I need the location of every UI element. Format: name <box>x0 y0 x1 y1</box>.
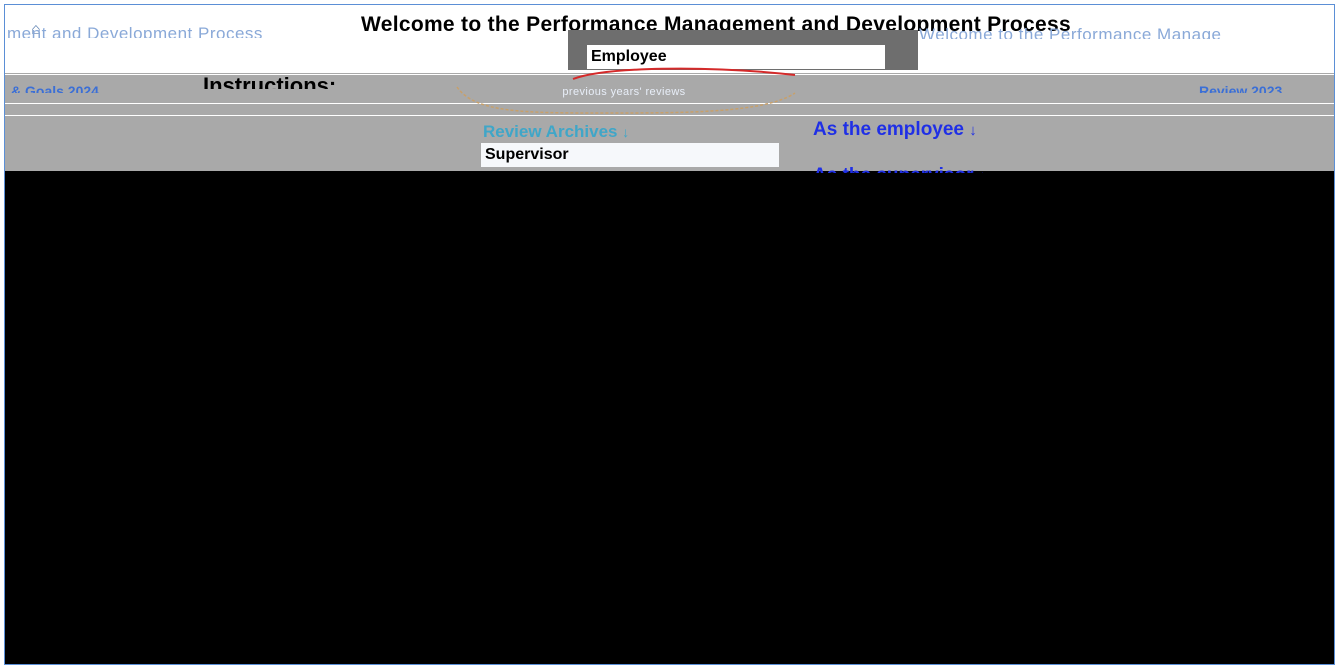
divider-line <box>5 115 1334 116</box>
down-arrow-icon: ↓ <box>622 124 630 140</box>
down-arrow-icon: ↓ <box>969 122 977 139</box>
goals-link[interactable]: & Goals 2024 <box>11 83 191 93</box>
review-archives-label: Review Archives <box>483 122 618 141</box>
role-select-supervisor[interactable]: Supervisor <box>481 143 779 167</box>
down-arrow-icon: ↓ <box>979 168 987 173</box>
header-ghost-left: ment and Development Process <box>7 24 263 38</box>
review-link[interactable]: Review 2023 <box>1199 83 1334 93</box>
annotated-text: previous years' reviews <box>562 86 686 98</box>
review-archives-link[interactable]: Review Archives ↓ <box>483 122 629 142</box>
as-employee-label: As the employee <box>813 119 964 140</box>
instructions-heading: Instructions: <box>203 73 337 89</box>
header-band: ⌂ ment and Development Process Welcome t… <box>5 5 1334 73</box>
as-supervisor-label: As the supervisor <box>813 165 974 173</box>
header-ghost-right: Welcome to the Performance Manage <box>919 25 1222 39</box>
role-select-employee[interactable]: Employee <box>587 45 885 69</box>
as-employee-link[interactable]: As the employee ↓ <box>813 119 977 141</box>
as-supervisor-link[interactable]: As the supervisor ↓ <box>813 165 986 173</box>
divider-line <box>5 103 1334 104</box>
document-frame: ⌂ ment and Development Process Welcome t… <box>4 4 1335 665</box>
